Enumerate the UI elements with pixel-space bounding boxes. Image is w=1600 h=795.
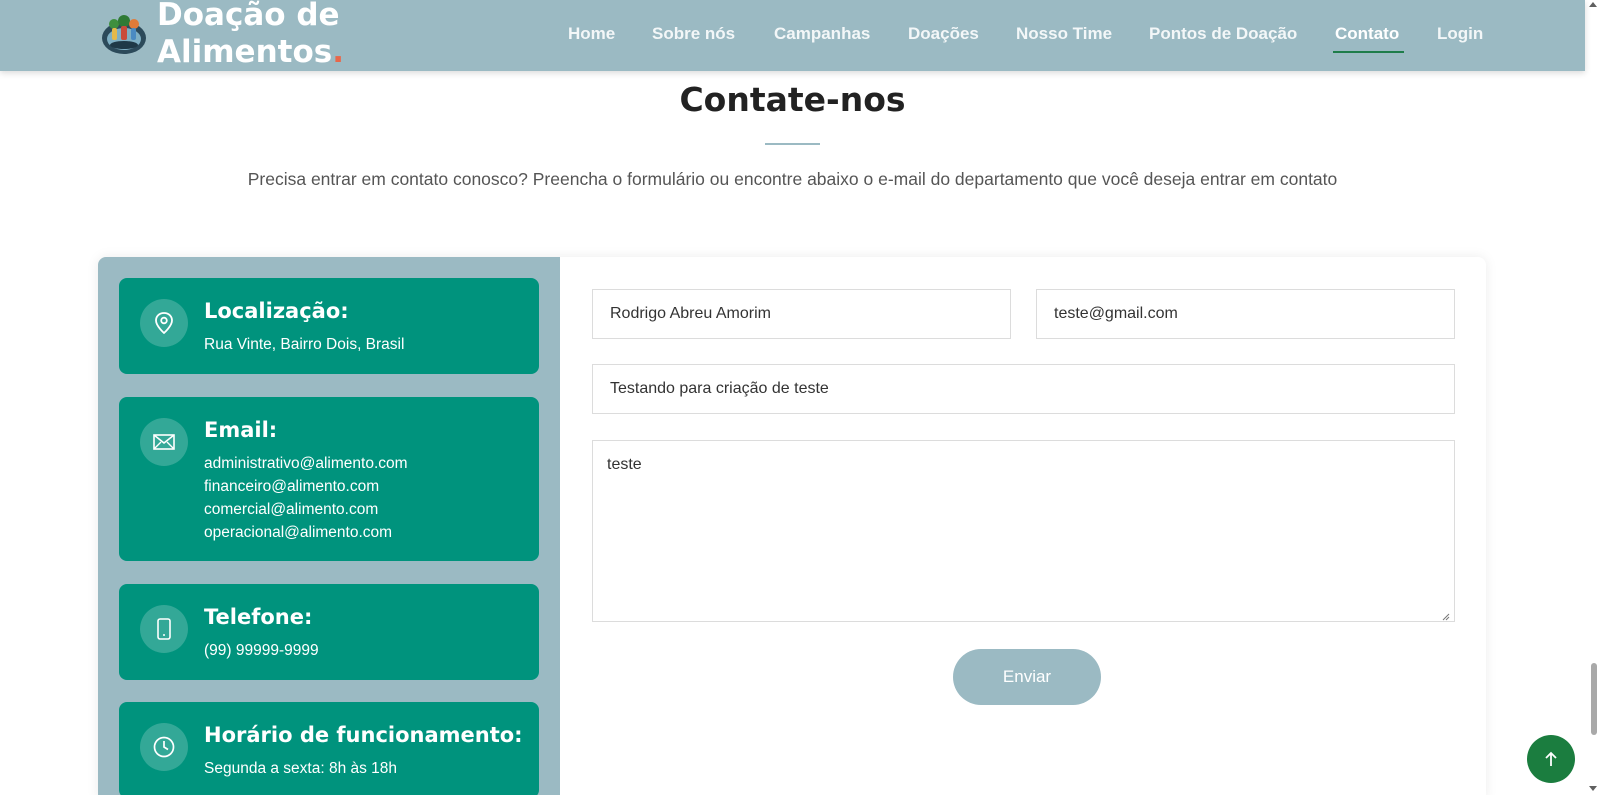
location-title: Localização: [204,299,349,323]
contact-info-panel: Localização: Rua Vinte, Bairro Dois, Bra… [98,257,560,795]
nav-contato[interactable]: Contato [1335,24,1399,44]
email-input[interactable] [1036,289,1455,339]
hours-text: Segunda a sexta: 8h às 18h [204,760,398,777]
nav-login[interactable]: Login [1437,24,1483,44]
title-divider [765,143,820,145]
hours-card: Horário de funcionamento: Segunda a sext… [119,702,539,795]
scroll-up-arrow-icon[interactable] [1589,2,1597,7]
email-financeiro-link[interactable]: financeiro@alimento.com [204,475,408,498]
nav-campanhas[interactable]: Campanhas [774,24,870,44]
send-button[interactable]: Enviar [953,649,1101,705]
main-nav: Home Sobre nós Campanhas Doações Nosso T… [0,24,1585,48]
message-textarea[interactable]: teste [592,440,1455,622]
nav-doacoes[interactable]: Doações [908,24,979,44]
resize-handle-icon[interactable] [1442,613,1450,621]
subject-input[interactable] [592,364,1455,414]
name-input[interactable] [592,289,1011,339]
nav-pontos-de-doacao[interactable]: Pontos de Doação [1149,24,1297,44]
email-card: Email: administrativo@alimento.com finan… [119,397,539,561]
email-title: Email: [204,418,278,442]
site-header: Doação de Alimentos. Home Sobre nós Camp… [0,0,1585,71]
email-administrativo-link[interactable]: administrativo@alimento.com [204,452,408,475]
nav-nosso-time[interactable]: Nosso Time [1016,24,1112,44]
phone-title: Telefone: [204,605,313,629]
email-list: administrativo@alimento.com financeiro@a… [204,452,408,544]
clock-icon [140,723,188,771]
page-title: Contate-nos [679,80,906,119]
active-nav-underline [1333,51,1404,53]
nav-home[interactable]: Home [568,24,615,44]
location-card: Localização: Rua Vinte, Bairro Dois, Bra… [119,278,539,374]
location-text: Rua Vinte, Bairro Dois, Brasil [204,336,405,353]
scroll-down-arrow-icon[interactable] [1589,786,1597,791]
smartphone-icon [140,605,188,653]
phone-text[interactable]: (99) 99999-9999 [204,639,319,662]
phone-card: Telefone: (99) 99999-9999 [119,584,539,680]
map-pin-icon [140,299,188,347]
scrollbar-thumb[interactable] [1591,663,1597,735]
nav-sobre-nos[interactable]: Sobre nós [652,24,735,44]
email-comercial-link[interactable]: comercial@alimento.com [204,498,408,521]
back-to-top-button[interactable] [1527,735,1575,783]
page-subtitle: Precisa entrar em contato conosco? Preen… [247,169,1338,189]
email-operacional-link[interactable]: operacional@alimento.com [204,521,408,544]
arrow-up-icon [1545,751,1557,766]
envelope-icon [140,418,188,466]
hours-title: Horário de funcionamento: [204,723,523,747]
